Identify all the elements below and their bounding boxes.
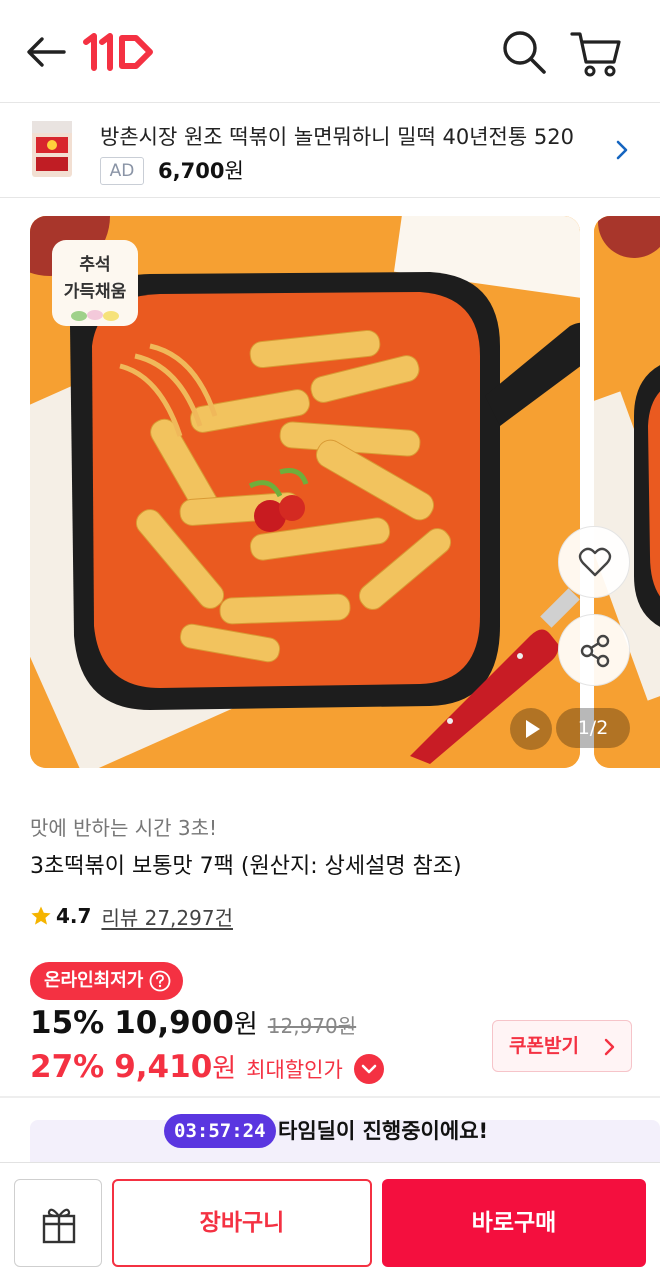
- play-icon: [526, 720, 540, 738]
- cart-button[interactable]: [568, 26, 624, 82]
- ad-product-thumbnail: [22, 117, 82, 183]
- timedeal-text: 타임딜이 진행중이에요!: [278, 1119, 489, 1143]
- heart-icon: [578, 547, 612, 577]
- chevron-right-icon[interactable]: [610, 134, 634, 166]
- chevron-right-icon: [604, 1038, 615, 1056]
- gift-button[interactable]: [14, 1179, 102, 1267]
- timedeal-timer: 03:57:24: [164, 1114, 276, 1148]
- back-button[interactable]: [22, 28, 70, 76]
- help-icon[interactable]: [149, 970, 171, 992]
- max-discount-rate: 27%: [30, 1049, 105, 1085]
- search-button[interactable]: [498, 26, 550, 78]
- max-price-unit: 원: [212, 1054, 237, 1084]
- review-count-link[interactable]: 리뷰 27,297건: [101, 902, 233, 931]
- coupon-label: 쿠폰받기: [509, 1035, 579, 1057]
- share-button[interactable]: [558, 614, 630, 686]
- max-discount-price: 9,410: [114, 1049, 213, 1085]
- share-icon: [580, 634, 610, 668]
- timedeal-banner[interactable]: 03:57:24 타임딜이 진행중이에요!: [0, 1110, 660, 1162]
- coupon-button[interactable]: 쿠폰받기: [492, 1020, 632, 1072]
- sale-price-unit: 원: [233, 1010, 258, 1040]
- max-discount-row: 27% 9,410 원 최대할인가: [30, 1048, 343, 1088]
- top-header: [0, 0, 660, 102]
- section-divider: [0, 1096, 660, 1098]
- ad-price-value: 6,700: [158, 159, 225, 183]
- buy-now-button[interactable]: 바로구매: [382, 1179, 646, 1267]
- rating-value: 4.7: [56, 904, 92, 928]
- image-page-indicator: 1/2: [556, 708, 630, 748]
- rating-row: 4.7 리뷰 27,297건: [30, 902, 233, 930]
- sale-price: 10,900: [114, 1005, 234, 1041]
- 11st-logo[interactable]: [82, 30, 162, 74]
- lowest-price-label: 온라인최저가: [44, 970, 144, 991]
- ad-price-unit: 원: [224, 159, 244, 183]
- lowest-price-badge[interactable]: 온라인최저가: [30, 962, 184, 1000]
- arrow-left-icon: [27, 37, 66, 67]
- sticker-line2: 가득채움: [63, 282, 127, 302]
- ad-badge: AD: [100, 157, 144, 185]
- cart-icon: [570, 32, 621, 77]
- star-icon: [31, 906, 51, 925]
- chevron-down-icon: [361, 1064, 377, 1074]
- max-discount-label: 최대할인가: [246, 1058, 343, 1082]
- ad-price: 6,700원: [158, 157, 244, 185]
- like-button[interactable]: [558, 526, 630, 598]
- add-to-cart-button[interactable]: 장바구니: [112, 1179, 372, 1267]
- discount-rate: 15%: [30, 1005, 105, 1041]
- sticker-line1: 추석: [79, 255, 111, 275]
- play-video-button[interactable]: [510, 708, 552, 750]
- bottom-action-bar: 장바구니 바로구매: [0, 1162, 660, 1280]
- search-icon: [503, 31, 546, 74]
- chuseok-sticker: 추석 가득채움: [52, 240, 138, 326]
- ad-banner[interactable]: 방촌시장 원조 떡볶이 놀면뭐하니 밀떡 40년전통 520 AD 6,700원: [0, 102, 660, 198]
- ad-title: 방촌시장 원조 떡볶이 놀면뭐하니 밀떡 40년전통 520: [100, 125, 574, 149]
- product-subtitle: 맛에 반하는 시간 3초!: [30, 816, 218, 840]
- price-row: 15% 10,900 원 12,970원: [30, 1004, 356, 1044]
- gift-icon: [42, 1208, 76, 1244]
- rice-cake-icon: [71, 310, 119, 321]
- product-title: 3초떡볶이 보통맛 7팩 (원산지: 상세설명 참조): [30, 854, 462, 879]
- original-price: 12,970원: [267, 1014, 357, 1038]
- max-discount-expand-button[interactable]: [354, 1054, 384, 1084]
